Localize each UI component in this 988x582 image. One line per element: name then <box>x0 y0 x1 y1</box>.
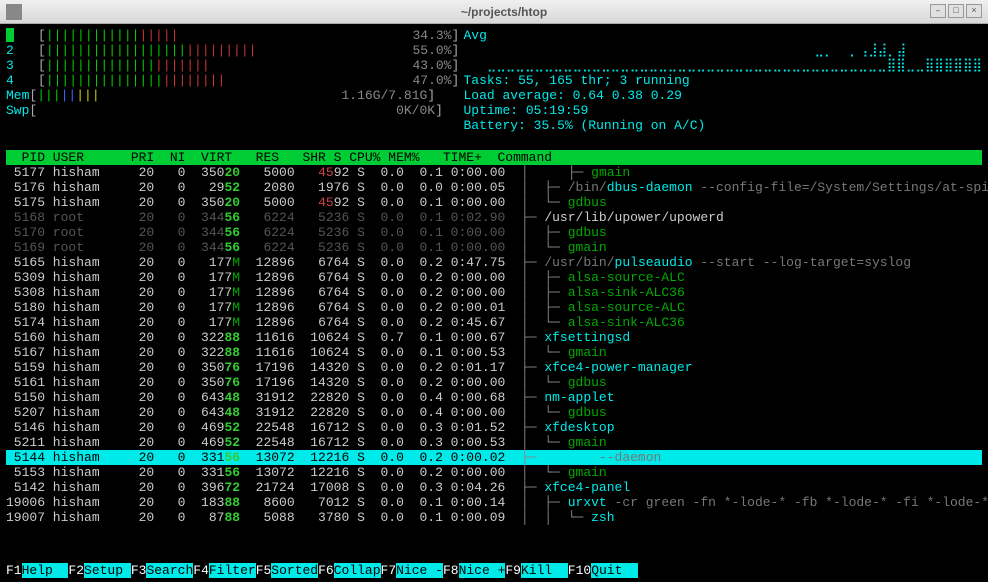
process-row[interactable]: 5170 root 20 0 34456 6224 5236 S 0.0 0.1… <box>6 225 982 240</box>
fn-label[interactable]: Sorted <box>271 563 318 578</box>
process-row[interactable]: 19007 hisham 20 0 8788 5088 3780 S 0.0 0… <box>6 510 982 525</box>
process-row[interactable]: 5180 hisham 20 0 177M 12896 6764 S 0.0 0… <box>6 300 982 315</box>
process-row[interactable]: 5177 hisham 20 0 35020 5000 4592 S 0.0 0… <box>6 165 982 180</box>
fn-label[interactable]: Quit <box>591 563 638 578</box>
cpu-meter-2: 2[||||||||||||||||||||||||||| 55.0%] <box>6 43 463 58</box>
process-row[interactable]: 5211 hisham 20 0 46952 22548 16712 S 0.0… <box>6 435 982 450</box>
process-row[interactable]: 5308 hisham 20 0 177M 12896 6764 S 0.0 0… <box>6 285 982 300</box>
fn-key[interactable]: F3 <box>131 563 147 578</box>
fn-label[interactable]: Search <box>146 563 193 578</box>
mem-meter: Mem[|||||||| 1.16G/7.81G] <box>6 88 463 103</box>
fn-key[interactable]: F8 <box>443 563 459 578</box>
fn-key[interactable]: F9 <box>505 563 521 578</box>
process-row[interactable]: 5153 hisham 20 0 33156 13072 12216 S 0.0… <box>6 465 982 480</box>
process-row[interactable]: 5168 root 20 0 34456 6224 5236 S 0.0 0.1… <box>6 210 982 225</box>
process-row[interactable]: 5159 hisham 20 0 35076 17196 14320 S 0.0… <box>6 360 982 375</box>
process-row[interactable]: 5167 hisham 20 0 32288 11616 10624 S 0.0… <box>6 345 982 360</box>
fn-label[interactable]: Nice - <box>396 563 443 578</box>
fn-label[interactable]: Kill <box>521 563 568 578</box>
fn-key[interactable]: F5 <box>256 563 272 578</box>
cpu-meter-4: 4[||||||||||||||||||||||| 47.0%] <box>6 73 463 88</box>
close-button[interactable]: × <box>966 4 982 18</box>
meters-section: 1[||||||||||||||||| 34.3%] 2[|||||||||||… <box>6 28 982 133</box>
process-row[interactable]: 5165 hisham 20 0 177M 12896 6764 S 0.0 0… <box>6 255 982 270</box>
avg-label: Avg <box>463 28 486 43</box>
process-row[interactable]: 5174 hisham 20 0 177M 12896 6764 S 0.0 0… <box>6 315 982 330</box>
function-key-bar: F1Help F2Setup F3SearchF4FilterF5SortedF… <box>6 563 982 578</box>
app-icon <box>6 4 22 20</box>
graph-row-2: ⣀⣀⣀⣀⣀⣀⣀⣀⣀⣀⣀⣀⣀⣀⣀⣀⣀⣀⣀⣀⣀⣀⣀⣀⣀⣀⣀⣀⣀⣀⣀⣀⣀⣀⣀⣀⣀⣀⣀⣀… <box>463 58 982 73</box>
process-row[interactable]: 5144 hisham 20 0 33156 13072 12216 S 0.0… <box>6 450 982 465</box>
window: ~/projects/htop ‒ □ × 1[||||||||||||||||… <box>0 0 988 582</box>
maximize-button[interactable]: □ <box>948 4 964 18</box>
window-title: ~/projects/htop <box>26 5 982 19</box>
process-row[interactable]: 5176 hisham 20 0 2952 2080 1976 S 0.0 0.… <box>6 180 982 195</box>
cpu-meter-3: 3[||||||||||||||||||||| 43.0%] <box>6 58 463 73</box>
load-line: Load average: 0.64 0.38 0.29 <box>463 88 982 103</box>
process-row[interactable]: 5146 hisham 20 0 46952 22548 16712 S 0.0… <box>6 420 982 435</box>
process-header[interactable]: PID USER PRI NI VIRT RES SHR S CPU% MEM%… <box>6 150 982 165</box>
process-row[interactable]: 5142 hisham 20 0 39672 21724 17008 S 0.0… <box>6 480 982 495</box>
process-row[interactable]: 5160 hisham 20 0 32288 11616 10624 S 0.7… <box>6 330 982 345</box>
fn-label[interactable]: Collap <box>334 563 381 578</box>
process-row[interactable]: 5161 hisham 20 0 35076 17196 14320 S 0.0… <box>6 375 982 390</box>
process-row[interactable]: 5150 hisham 20 0 64348 31912 22820 S 0.0… <box>6 390 982 405</box>
battery-line: Battery: 35.5% (Running on A/C) <box>463 118 982 133</box>
process-row[interactable]: 5207 hisham 20 0 64348 31912 22820 S 0.0… <box>6 405 982 420</box>
fn-key[interactable]: F6 <box>318 563 334 578</box>
terminal[interactable]: 1[||||||||||||||||| 34.3%] 2[|||||||||||… <box>0 24 988 582</box>
fn-label[interactable]: Nice + <box>459 563 506 578</box>
cursor <box>6 28 14 42</box>
titlebar[interactable]: ~/projects/htop ‒ □ × <box>0 0 988 24</box>
swp-meter: Swp[ 0K/0K] <box>6 103 463 118</box>
cpu-meter-1: 1[||||||||||||||||| 34.3%] <box>6 28 463 43</box>
fn-label[interactable]: Help <box>22 563 69 578</box>
fn-key[interactable]: F2 <box>68 563 84 578</box>
process-row[interactable]: 5169 root 20 0 34456 6224 5236 S 0.0 0.1… <box>6 240 982 255</box>
fn-label[interactable]: Setup <box>84 563 131 578</box>
minimize-button[interactable]: ‒ <box>930 4 946 18</box>
graph-row-1: ⣀⡀ ⡀⢠⣸⣼⡀⣼ <box>463 43 982 58</box>
process-list[interactable]: 5177 hisham 20 0 35020 5000 4592 S 0.0 0… <box>6 165 982 525</box>
fn-key[interactable]: F10 <box>568 563 591 578</box>
process-row[interactable]: 5175 hisham 20 0 35020 5000 4592 S 0.0 0… <box>6 195 982 210</box>
tasks-line: Tasks: 55, 165 thr; 3 running <box>463 73 982 88</box>
fn-key[interactable]: F4 <box>193 563 209 578</box>
process-row[interactable]: 19006 hisham 20 0 18388 8600 7012 S 0.0 … <box>6 495 982 510</box>
meters-left: 1[||||||||||||||||| 34.3%] 2[|||||||||||… <box>6 28 463 133</box>
process-row[interactable]: 5309 hisham 20 0 177M 12896 6764 S 0.0 0… <box>6 270 982 285</box>
fn-key[interactable]: F1 <box>6 563 22 578</box>
uptime-line: Uptime: 05:19:59 <box>463 103 982 118</box>
window-buttons: ‒ □ × <box>930 4 982 18</box>
fn-key[interactable]: F7 <box>381 563 397 578</box>
fn-label[interactable]: Filter <box>209 563 256 578</box>
meters-right: Avg ⣀⡀ ⡀⢠⣸⣼⡀⣼ ⣀⣀⣀⣀⣀⣀⣀⣀⣀⣀⣀⣀⣀⣀⣀⣀⣀⣀⣀⣀⣀⣀⣀⣀⣀⣀… <box>463 28 982 133</box>
